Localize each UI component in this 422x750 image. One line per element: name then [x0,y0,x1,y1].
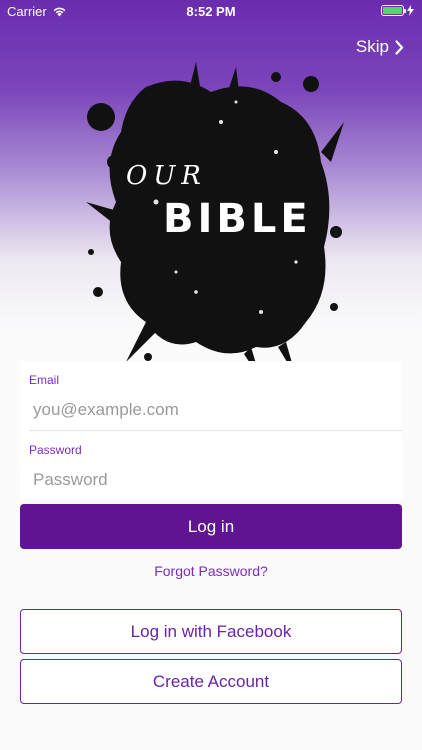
battery-fill [383,7,402,14]
password-label: Password [29,443,82,457]
login-button[interactable]: Log in [20,504,402,549]
charging-bolt-icon [407,5,414,16]
skip-label: Skip [355,37,389,56]
status-time: 8:52 PM [186,4,236,19]
logo-word-bible: BIBLE [163,196,312,242]
create-account-button[interactable]: Create Account [20,659,402,704]
logo-word-our: OUR [126,161,207,191]
email-label: Email [29,373,60,387]
battery-icon [381,5,406,16]
our-bible-logo: OUR BIBLE [86,62,344,380]
status-bar: Carrier 8:52 PM [0,0,422,22]
field-divider [29,430,402,431]
chevron-right-icon [395,39,404,55]
status-right [381,5,414,16]
email-field[interactable] [20,392,402,428]
login-form: Email Password [20,361,402,499]
password-field[interactable] [20,462,402,498]
facebook-login-button[interactable]: Log in with Facebook [20,609,402,654]
skip-button[interactable]: Skip [356,37,404,57]
forgot-password-link[interactable]: Forgot Password? [0,563,422,579]
